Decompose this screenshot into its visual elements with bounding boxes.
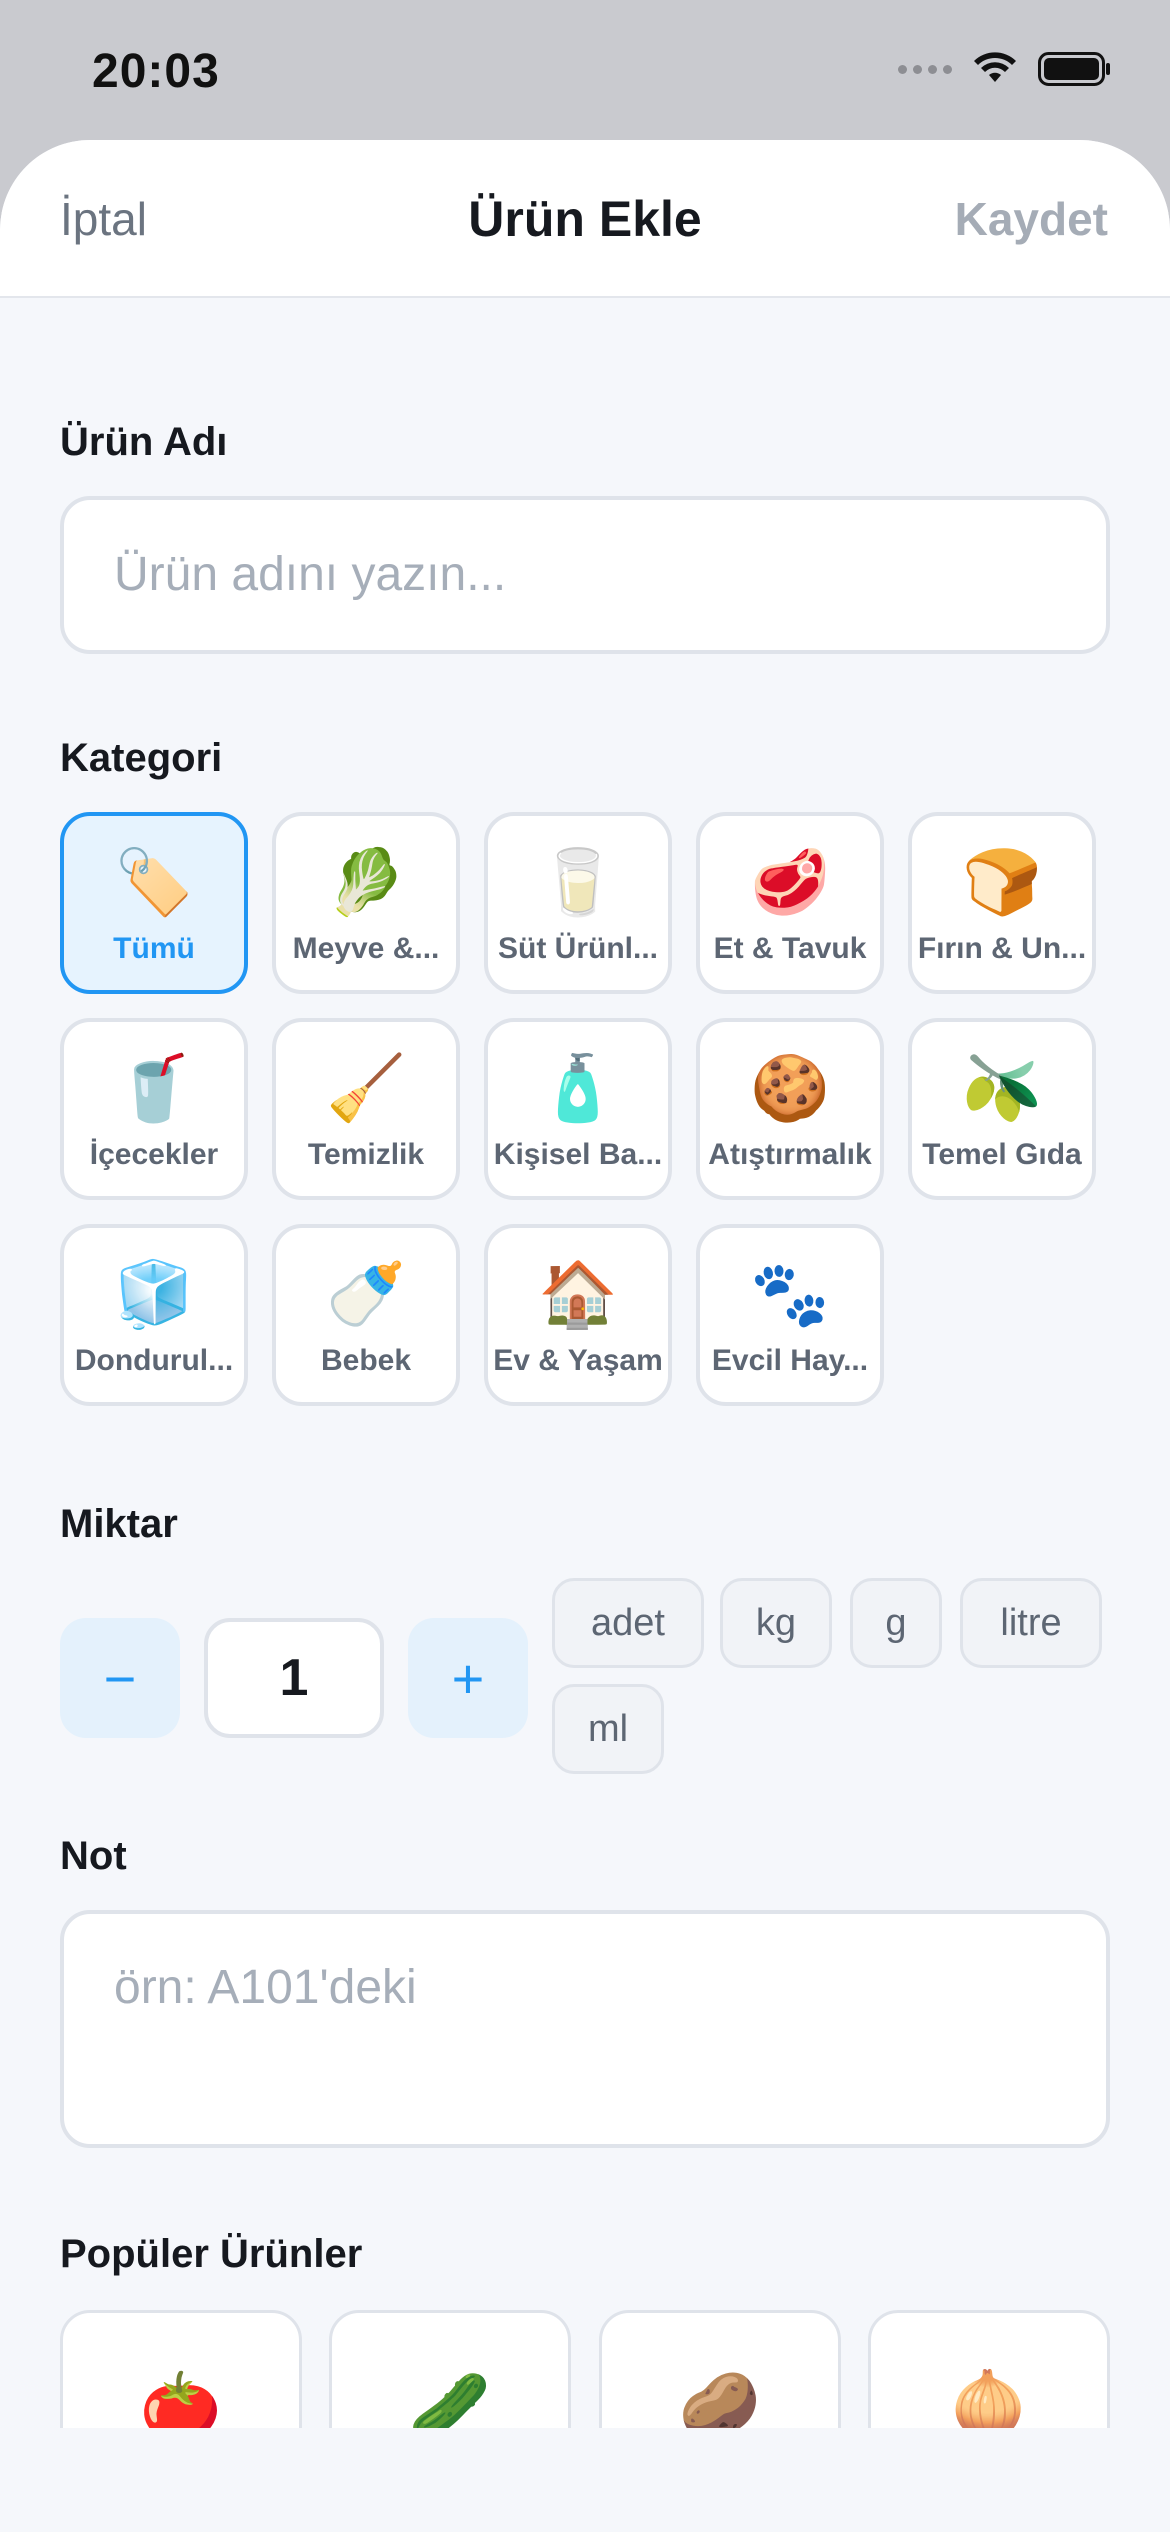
milk-glass-icon: 🥛 [538,846,618,918]
status-bar: 20:03 [0,0,1170,140]
broom-icon: 🧹 [326,1052,406,1124]
category-tile-bebek[interactable]: 🍼 Bebek [272,1224,460,1406]
category-label-text: Meyve &... [292,932,440,965]
category-tile-atistirmalik[interactable]: 🍪 Atıştırmalık [696,1018,884,1200]
category-tile-ev-yasam[interactable]: 🏠 Ev & Yaşam [484,1224,672,1406]
minus-icon: − [103,1646,137,1710]
quantity-value[interactable]: 1 [204,1618,384,1738]
status-icons [898,52,1112,86]
cellular-signal-icon [898,64,952,74]
category-tile-tumu[interactable]: 🏷️ Tümü [60,812,248,994]
category-tile-dondurulmus[interactable]: 🧊 Dondurul... [60,1224,248,1406]
product-name-label: Ürün Adı [60,420,228,464]
category-tile-icecekler[interactable]: 🥤 İçecekler [60,1018,248,1200]
category-label-text: Tümü [113,932,195,965]
unit-chip-litre[interactable]: litre [960,1578,1102,1668]
category-label-text: Kişisel Ba... [493,1138,663,1171]
note-textarea[interactable]: örn: A101'deki [60,1910,1110,2148]
increase-quantity-button[interactable]: + [408,1618,528,1738]
decrease-quantity-button[interactable]: − [60,1618,180,1738]
category-label-text: Atıştırmalık [708,1138,872,1171]
leafy-green-icon: 🥬 [326,846,406,918]
category-tile-temizlik[interactable]: 🧹 Temizlik [272,1018,460,1200]
category-label-text: Bebek [320,1344,412,1377]
cookie-icon: 🍪 [750,1052,830,1124]
category-label-text: Et & Tavuk [713,932,867,965]
unit-chip-adet[interactable]: adet [552,1578,704,1668]
product-name-input[interactable]: Ürün adını yazın... [60,496,1110,654]
category-label-text: Evcil Hay... [711,1344,869,1377]
plus-icon: + [451,1646,485,1710]
olive-icon: 🫒 [962,1052,1042,1124]
category-tile-et-tavuk[interactable]: 🥩 Et & Tavuk [696,812,884,994]
battery-icon [1038,52,1110,86]
note-label: Not [60,1834,127,1878]
unit-chip-ml[interactable]: ml [552,1684,664,1774]
category-label-text: Dondurul... [74,1344,234,1377]
category-tile-temel-gida[interactable]: 🫒 Temel Gıda [908,1018,1096,1200]
save-button[interactable]: Kaydet [955,192,1108,246]
cup-straw-icon: 🥤 [114,1052,194,1124]
popular-products-label: Popüler Ürünler [60,2232,363,2276]
category-tile-sut-urunleri[interactable]: 🥛 Süt Ürünl... [484,812,672,994]
bottom-fade [0,2428,1170,2532]
status-time: 20:03 [92,45,220,98]
category-label: Kategori [60,736,223,780]
category-tile-kisisel-bakim[interactable]: 🧴 Kişisel Ba... [484,1018,672,1200]
quantity-label: Miktar [60,1502,178,1546]
baby-bottle-icon: 🍼 [326,1258,406,1330]
category-label-text: Ev & Yaşam [493,1344,663,1377]
category-label-text: Süt Ürünl... [498,932,658,965]
category-tile-firin-unlu[interactable]: 🍞 Fırın & Un... [908,812,1096,994]
meat-icon: 🥩 [750,846,830,918]
category-label-text: Temizlik [307,1138,425,1171]
nav-header: İptal Ürün Ekle Kaydet [0,140,1170,298]
add-product-sheet: İptal Ürün Ekle Kaydet Ürün Adı Ürün adı… [0,140,1170,2532]
category-label-text: Fırın & Un... [917,932,1087,965]
category-tile-meyve-sebze[interactable]: 🥬 Meyve &... [272,812,460,994]
paw-prints-icon: 🐾 [750,1258,830,1330]
unit-chip-kg[interactable]: kg [720,1578,832,1668]
category-tile-evcil-hayvan[interactable]: 🐾 Evcil Hay... [696,1224,884,1406]
ice-cube-icon: 🧊 [114,1258,194,1330]
house-icon: 🏠 [538,1258,618,1330]
lotion-bottle-icon: 🧴 [538,1052,618,1124]
bread-icon: 🍞 [962,846,1042,918]
wifi-icon [974,52,1016,82]
category-label-text: İçecekler [89,1138,219,1171]
category-label-text: Temel Gıda [922,1138,1082,1171]
unit-chip-g[interactable]: g [850,1578,942,1668]
tag-icon: 🏷️ [114,846,194,918]
